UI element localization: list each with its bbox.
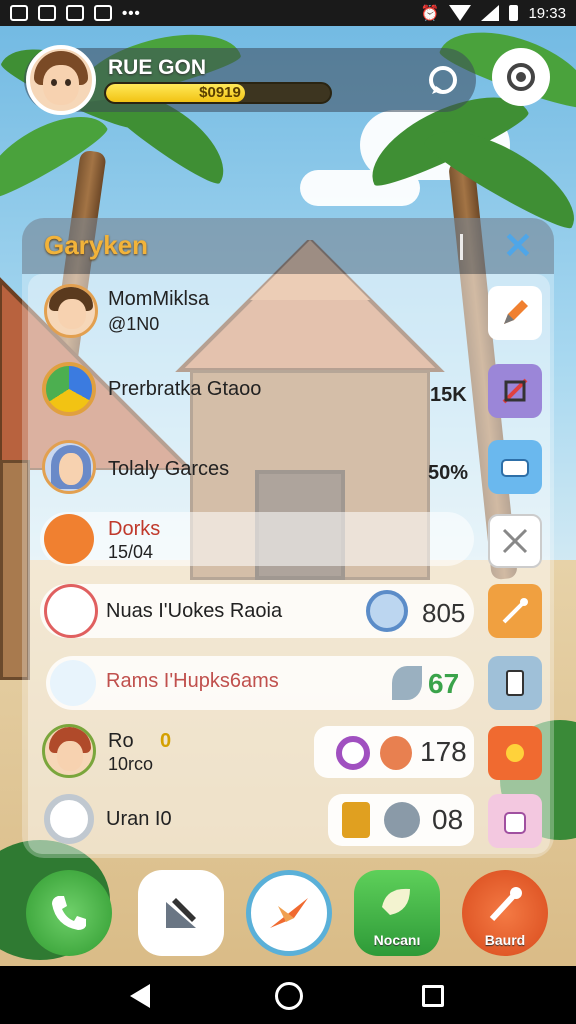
side-action-button[interactable] xyxy=(488,286,542,340)
book-icon xyxy=(342,802,370,838)
close-icon: ✕ xyxy=(502,225,534,266)
list-item[interactable]: Prerbratka Gtaoo 15K xyxy=(40,362,480,416)
list-item[interactable]: Tolaly Garces 50% xyxy=(40,440,480,494)
target-icon xyxy=(336,736,370,770)
wifi-icon xyxy=(449,5,472,21)
leaf-icon xyxy=(382,888,410,915)
settings-icon xyxy=(44,794,94,844)
list-item[interactable]: Uran I0 xyxy=(40,792,300,846)
signal-icon xyxy=(481,5,500,21)
friend-avatar xyxy=(42,440,96,494)
plane-icon xyxy=(270,898,308,928)
side-action-button[interactable] xyxy=(488,726,542,780)
card-icon xyxy=(506,670,524,696)
chat-button[interactable] xyxy=(414,52,472,110)
figure-icon xyxy=(380,736,412,770)
tools-icon xyxy=(166,898,196,928)
list-item-value: 15K xyxy=(430,384,467,406)
list-item[interactable]: Dorks 15/04 xyxy=(40,512,474,566)
home-icon xyxy=(50,660,96,706)
close-button[interactable]: ✕ xyxy=(500,228,536,264)
phone-icon xyxy=(52,896,86,930)
close-icon xyxy=(502,528,528,554)
side-action-button[interactable] xyxy=(488,440,542,494)
list-item[interactable]: Nuas I'Uokes Raoia 805 xyxy=(40,584,474,638)
sun-icon xyxy=(506,744,524,762)
friend-avatar xyxy=(44,284,98,338)
list-item-value: 805 xyxy=(422,598,466,628)
list-item-name: MomMiklsa xyxy=(108,288,210,310)
ticket-icon xyxy=(501,459,529,477)
side-action-button[interactable] xyxy=(488,656,542,710)
calendar-icon xyxy=(44,514,94,564)
notification-icon xyxy=(10,5,28,21)
battery-icon xyxy=(509,5,519,21)
list-item-name: Prerbratka Gtaoo xyxy=(108,378,262,400)
list-item-name: Ro xyxy=(108,730,134,752)
stats-value: 178 xyxy=(420,736,467,767)
list-item-value: 67 xyxy=(428,668,460,699)
camera-icon xyxy=(507,63,535,91)
dock-label: Baurd xyxy=(484,932,526,948)
player-avatar[interactable] xyxy=(26,45,96,115)
tools-button[interactable] xyxy=(138,870,224,956)
target-icon xyxy=(366,590,408,632)
chat-icon xyxy=(429,66,457,94)
status-bar: ••• ⏰ 19:33 xyxy=(0,0,576,26)
list-item-sub: @1N0 xyxy=(108,314,160,334)
back-icon[interactable] xyxy=(130,984,150,1008)
alarm-icon: ⏰ xyxy=(420,5,440,22)
list-item-name: Dorks xyxy=(108,518,161,540)
stats-pill[interactable]: 178 xyxy=(314,726,474,778)
notification-icon xyxy=(38,5,56,21)
panel-title: Garyken xyxy=(44,230,149,260)
friend-avatar xyxy=(42,724,96,778)
tools-icon xyxy=(502,378,528,404)
dock-label: Nocanı xyxy=(373,932,421,948)
pen-icon xyxy=(502,598,528,624)
list-item[interactable]: MomMiklsa @1N0 xyxy=(40,284,480,338)
header-divider xyxy=(460,234,463,260)
notification-icon xyxy=(94,5,112,21)
game-icon xyxy=(42,362,96,416)
camera-button[interactable] xyxy=(492,48,550,106)
list-item-name: Nuas I'Uokes Raoia xyxy=(106,600,283,622)
list-item-sub: 15/04 xyxy=(108,542,154,562)
leaf-icon xyxy=(392,666,422,700)
side-action-button[interactable] xyxy=(488,364,542,418)
status-time: 19:33 xyxy=(528,4,566,22)
recent-apps-icon[interactable] xyxy=(422,985,444,1007)
notification-icon xyxy=(66,5,84,21)
cat-icon xyxy=(44,584,98,638)
list-item-value: 50% xyxy=(428,462,469,484)
list-item-value: 0 xyxy=(160,730,172,752)
list-item[interactable]: Ro 0 10rco xyxy=(40,724,300,778)
xp-bar: $0919 xyxy=(104,82,332,104)
pen-icon xyxy=(489,887,522,922)
xp-label: $0919 xyxy=(199,84,241,101)
stats-pill[interactable]: 08 xyxy=(328,794,474,846)
list-item-name: Uran I0 xyxy=(106,808,172,830)
gear-icon xyxy=(384,802,420,838)
home-icon[interactable] xyxy=(275,982,303,1010)
stats-value: 08 xyxy=(432,804,464,835)
pen-icon xyxy=(504,300,528,324)
list-item-name: Rams I'Hupks6ams xyxy=(106,670,279,692)
player-name: RUE GON xyxy=(108,56,207,79)
plane-button[interactable] xyxy=(246,870,332,956)
nature-button[interactable]: Nocanı xyxy=(354,870,440,956)
list-item[interactable]: Rams I'Hupks6ams 67 xyxy=(46,656,474,710)
more-notifications-icon: ••• xyxy=(122,4,141,22)
phone-button[interactable] xyxy=(26,870,112,956)
cat-icon xyxy=(504,812,526,834)
board-button[interactable]: Baurd xyxy=(462,870,548,956)
side-action-button[interactable] xyxy=(488,584,542,638)
list-item-sub: 10rco xyxy=(108,754,154,774)
side-action-button[interactable] xyxy=(488,514,542,568)
list-item-name: Tolaly Garces xyxy=(108,458,230,480)
side-action-button[interactable] xyxy=(488,794,542,848)
